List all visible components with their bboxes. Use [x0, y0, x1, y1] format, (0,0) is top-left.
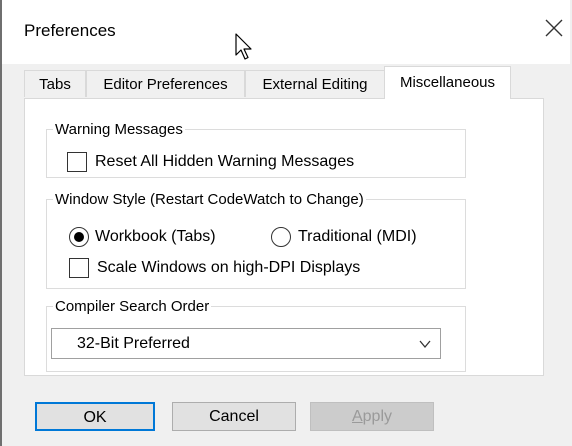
- compiler-search-order-select[interactable]: 32-Bit Preferred: [51, 328, 441, 359]
- tab-editor-preferences[interactable]: Editor Preferences: [86, 70, 245, 97]
- tab-external-editing[interactable]: External Editing: [245, 70, 385, 97]
- dialog-title: Preferences: [24, 21, 116, 40]
- scale-high-dpi-label: Scale Windows on high-DPI Displays: [97, 259, 361, 276]
- workbook-tabs-label: Workbook (Tabs): [95, 228, 216, 245]
- warning-messages-legend: Warning Messages: [53, 121, 185, 138]
- cancel-button[interactable]: Cancel: [172, 402, 296, 431]
- window-style-legend: Window Style (Restart CodeWatch to Chang…: [53, 191, 366, 208]
- compiler-search-order-legend: Compiler Search Order: [53, 298, 212, 315]
- ok-button[interactable]: OK: [35, 402, 155, 431]
- reset-warnings-checkbox[interactable]: [67, 152, 87, 172]
- apply-mnemonic: A: [351, 408, 363, 425]
- apply-label-rest: pply: [362, 408, 393, 425]
- scale-high-dpi-checkbox[interactable]: [69, 258, 89, 278]
- compiler-search-order-value: 32-Bit Preferred: [77, 335, 190, 352]
- tab-miscellaneous[interactable]: Miscellaneous: [384, 66, 511, 99]
- close-icon[interactable]: [543, 17, 565, 39]
- chevron-down-icon: [418, 337, 432, 351]
- workbook-tabs-radio[interactable]: [69, 227, 89, 247]
- traditional-mdi-radio[interactable]: [271, 227, 291, 247]
- radio-selected-dot: [74, 232, 84, 242]
- mouse-pointer-icon: [234, 32, 256, 62]
- traditional-mdi-label: Traditional (MDI): [298, 228, 417, 245]
- reset-warnings-label: Reset All Hidden Warning Messages: [95, 153, 355, 170]
- tab-tabs[interactable]: Tabs: [24, 70, 86, 97]
- apply-button[interactable]: Apply: [310, 402, 434, 431]
